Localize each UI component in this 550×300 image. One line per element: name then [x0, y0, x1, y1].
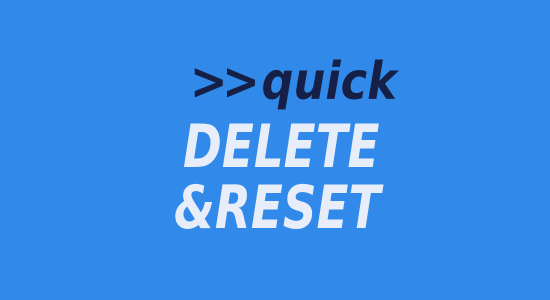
- logo-line-delete: DELETE: [183, 112, 380, 182]
- double-chevron-right-icon: >>: [190, 52, 260, 112]
- quick-delete-reset-logo: >> quick DELETE &RESET: [0, 0, 550, 300]
- logo-word-quick: quick: [261, 52, 397, 112]
- logo-line-quick: >> quick: [190, 52, 397, 112]
- logo-line-reset: &RESET: [174, 173, 381, 243]
